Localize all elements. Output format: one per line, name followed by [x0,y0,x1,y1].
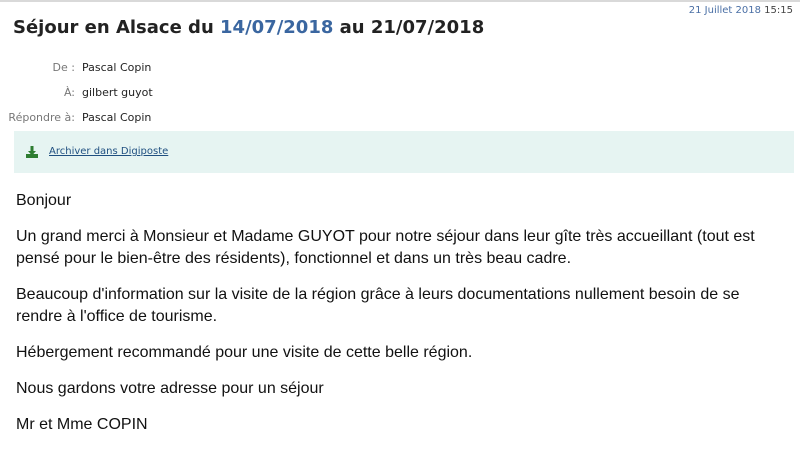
subject-part-3: au 21/07/2018 [333,17,485,38]
message-body: Bonjour Un grand merci à Monsieur et Mad… [16,190,786,450]
reply-to-label: Répondre à: [8,111,75,124]
time-text: 15:15 [764,5,793,16]
message-subject: Séjour en Alsace du 14/07/2018 au 21/07/… [13,15,484,41]
download-icon[interactable] [25,145,39,159]
subject-part-1: Séjour en Alsace du [13,17,221,38]
top-divider [0,0,800,2]
body-paragraph: Un grand merci à Monsieur et Madame GUYO… [16,228,755,267]
body-paragraph: Beaucoup d'information sur la visite de … [16,286,740,325]
to-value[interactable]: gilbert guyot [82,85,153,101]
header-reply-to: Répondre à: Pascal Copin [0,110,300,126]
archive-link[interactable]: Archiver dans Digiposte [49,144,168,160]
archive-bar: Archiver dans Digiposte [14,131,794,173]
body-paragraph: Bonjour [16,192,72,209]
body-paragraph: Hébergement recommandé pour une visite d… [16,344,473,361]
message-date: 21 Juillet 2018 15:15 [689,4,793,18]
from-value[interactable]: Pascal Copin [82,60,151,76]
header-to: À: gilbert guyot [0,85,300,101]
to-label: À: [63,86,75,99]
body-paragraph: Nous gardons votre adresse pour un séjou… [16,380,324,397]
header-from: De : Pascal Copin [0,60,300,76]
date-text: 21 Juillet 2018 [688,5,761,16]
reply-to-value[interactable]: Pascal Copin [82,110,151,126]
from-label: De : [52,61,75,74]
subject-date-link[interactable]: 14/07/2018 [220,17,333,38]
signature: Mr et Mme COPIN [16,416,148,433]
